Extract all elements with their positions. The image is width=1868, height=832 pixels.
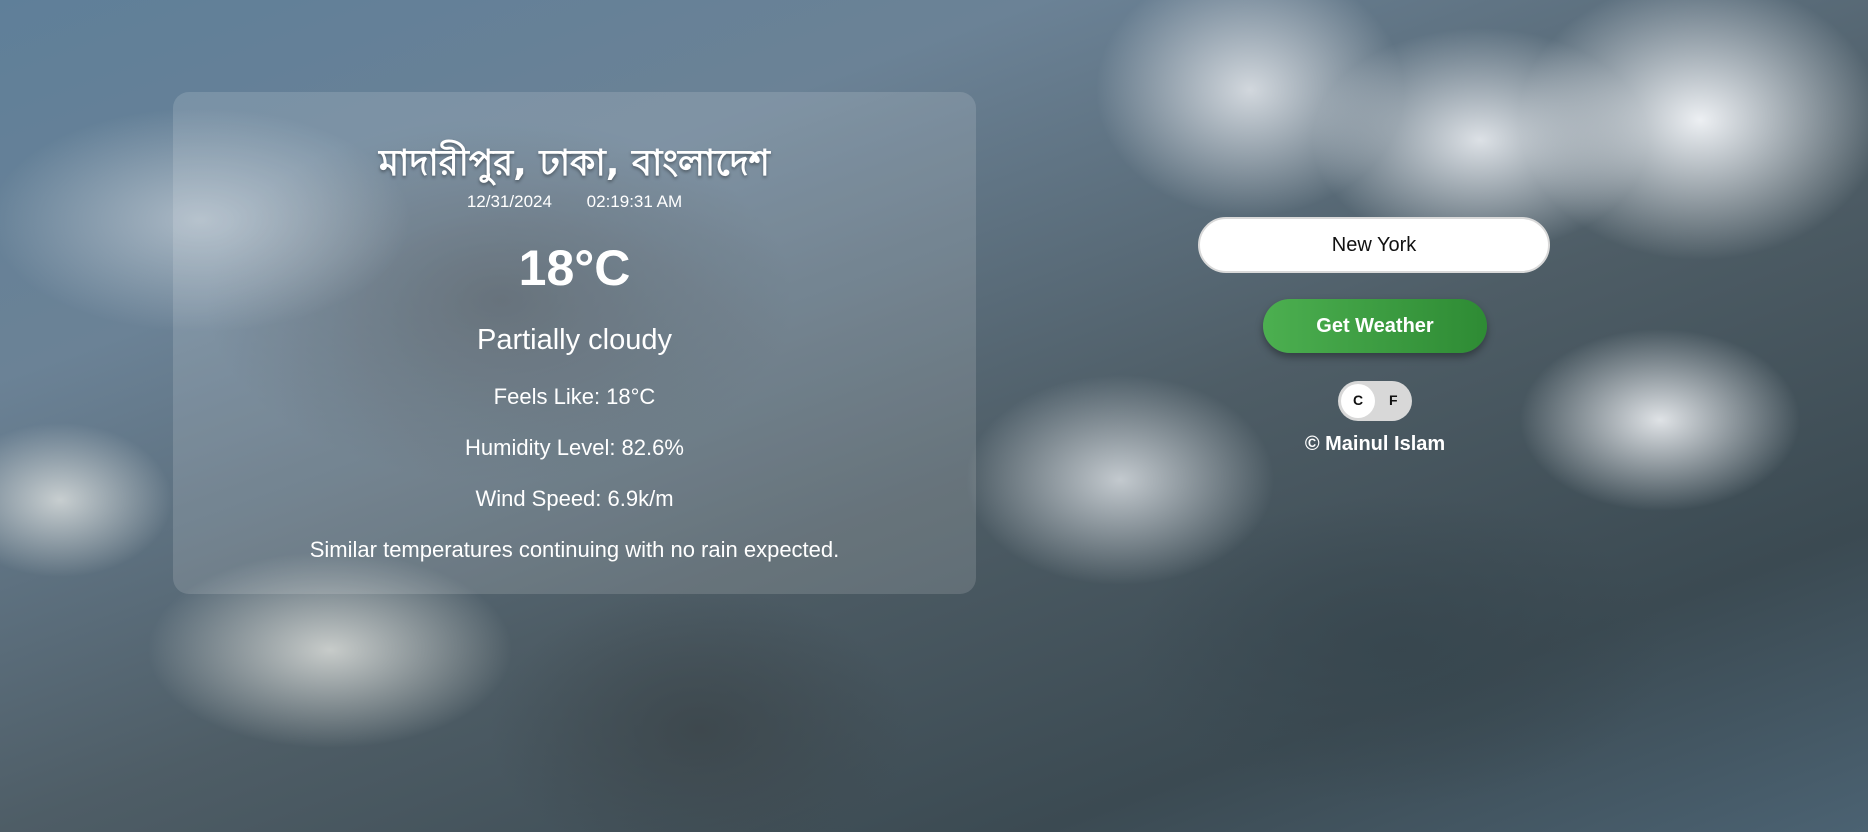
unit-c-label: C	[1353, 392, 1364, 408]
city-search-input[interactable]	[1198, 217, 1550, 273]
datetime-row: 12/31/2024 02:19:31 AM	[173, 192, 976, 212]
controls-panel: Get Weather C F © Mainul Islam	[1198, 217, 1552, 456]
weather-condition: Partially cloudy	[476, 324, 673, 356]
feels-like-text: Feels Like: 18°C	[493, 384, 656, 409]
weather-card: মাদারীপুর, ঢাকা, বাংলাদেশ 12/31/2024 02:…	[173, 92, 976, 594]
credit-text: © Mainul Islam	[1304, 433, 1446, 455]
humidity-text: Humidity Level: 82.6%	[465, 435, 684, 460]
location-title: মাদারীপুর, ঢাকা, বাংলাদেশ	[379, 143, 770, 184]
wind-speed-text: Wind Speed: 6.9k/m	[475, 486, 674, 511]
get-weather-button[interactable]: Get Weather	[1263, 299, 1487, 353]
time-text: 02:19:31 AM	[586, 192, 683, 211]
date-text: 12/31/2024	[466, 192, 552, 211]
temperature-value: 18°C	[518, 240, 631, 296]
unit-f-label: F	[1389, 392, 1398, 408]
unit-toggle[interactable]: C F	[1338, 381, 1412, 421]
forecast-text: Similar temperatures continuing with no …	[309, 537, 840, 562]
